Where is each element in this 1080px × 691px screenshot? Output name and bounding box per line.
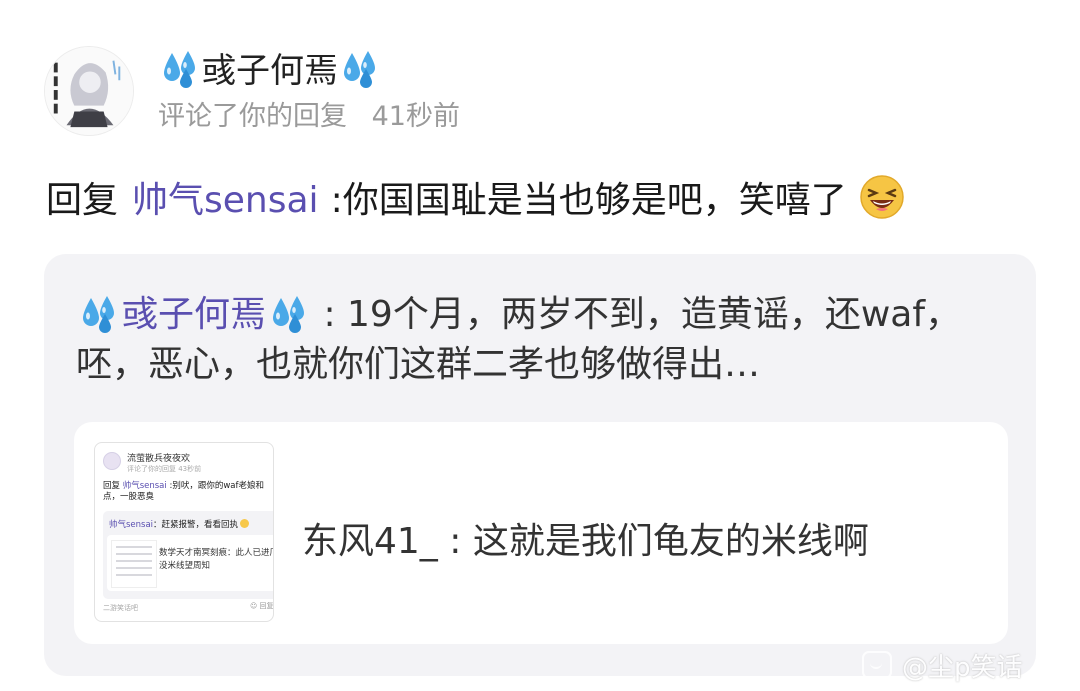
reply-text: :你国国耻是当也够是吧，笑嘻了 — [330, 180, 847, 221]
quoted-comment[interactable]: 彧子何焉 : 19个月，两岁不到，造黄谣，还waf，呸，恶心，也就你们这群二孝也… — [44, 254, 1036, 676]
thumb-inner-text: 数学天才南冥刻痕：此人已进厂由没米线望周知 — [159, 548, 274, 571]
thumb-reply-prefix: 回复 — [103, 481, 123, 491]
water-drops-icon — [338, 45, 382, 89]
water-drops-icon — [158, 45, 202, 89]
thumb-mini-image — [111, 540, 157, 588]
thumb-reply-text: :别吠，跟你的waf老娘和 — [166, 481, 264, 491]
watermark: @尘p笑话 — [862, 645, 1023, 685]
chat-bubble-icon — [862, 651, 892, 679]
quoted-author[interactable]: 彧子何焉 — [122, 294, 266, 335]
user-avatar[interactable] — [44, 46, 134, 136]
author-name: 彧子何焉 — [202, 50, 338, 91]
reply-prefix: 回复 — [46, 180, 119, 221]
thumb-meta: 评论了你的回复 43秒前 — [127, 465, 202, 473]
thumb-footer: 二游笑话吧 — [103, 604, 138, 612]
watermark-text: @尘p笑话 — [902, 652, 1023, 683]
timestamp: 41秒前 — [371, 101, 460, 132]
referenced-post-card[interactable]: 流萤散兵夜夜欢 评论了你的回复 43秒前 回复 帅气sensai :别吠，跟你的… — [74, 422, 1008, 644]
comment-body[interactable]: 回复 帅气sensai :你国国耻是当也够是吧，笑嘻了 — [46, 170, 905, 224]
thumb-author: 流萤散兵夜夜欢 — [127, 454, 191, 464]
smile-icon — [240, 519, 250, 528]
thumb-quote-mention: 帅气sensai — [109, 520, 154, 530]
thumb-reply: 回复 帅气sensai :别吠，跟你的waf老娘和 点，一股恶臭 — [103, 481, 273, 503]
thumb-mention: 帅气sensai — [122, 481, 167, 491]
water-drops-icon — [76, 290, 122, 334]
action-text: 评论了你的回复 — [158, 101, 347, 132]
quoted-text: 彧子何焉 : 19个月，两岁不到，造黄谣，还waf，呸，恶心，也就你们这群二孝也… — [76, 290, 996, 390]
comment-meta: 评论了你的回复 41秒前 — [158, 94, 460, 133]
water-drops-icon — [266, 290, 312, 334]
comment-author[interactable]: 彧子何焉 — [158, 42, 382, 92]
thumb-avatar — [103, 452, 121, 470]
thumb-inner-card: 数学天才南冥刻痕：此人已进厂由没米线望周知 — [107, 535, 274, 591]
mention-link[interactable]: 帅气sensai — [132, 171, 319, 223]
screenshot-thumbnail[interactable]: 流萤散兵夜夜欢 评论了你的回复 43秒前 回复 帅气sensai :别吠，跟你的… — [94, 442, 274, 622]
laughing-face-icon — [859, 174, 905, 220]
thumb-reply-action: ☺ 回复 — [250, 602, 274, 610]
thumb-quote-text: ：赶紧报警，看看回执 — [153, 520, 239, 530]
thumb-reply-text-2: 点，一股恶臭 — [103, 492, 155, 502]
thumb-quote: 帅气sensai：赶紧报警，看看回执 数学天才南冥刻痕：此人已进厂由没米线望周知 — [103, 511, 274, 599]
thumb-quote-line: 帅气sensai：赶紧报警，看看回执 — [109, 518, 250, 530]
card-text: 东风41_ : 这就是我们龟友的米线啊 — [302, 521, 869, 562]
thumb-reply-label: 回复 — [259, 602, 274, 610]
